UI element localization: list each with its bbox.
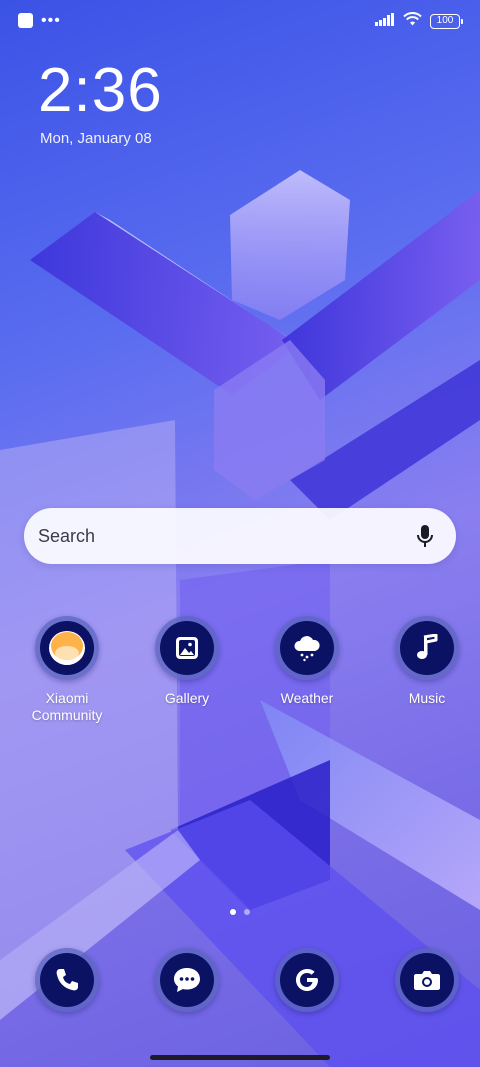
dock <box>0 948 480 1012</box>
dock-phone[interactable] <box>14 948 120 1012</box>
dock-camera[interactable] <box>374 948 480 1012</box>
app-grid: Xiaomi Community Gallery Weather Music <box>0 616 480 724</box>
app-xiaomi-community[interactable]: Xiaomi Community <box>14 616 120 724</box>
google-icon <box>280 953 334 1007</box>
xiaomi-community-icon <box>40 621 94 675</box>
phone-icon <box>40 953 94 1007</box>
app-gallery[interactable]: Gallery <box>134 616 240 724</box>
app-label: Music <box>408 690 446 706</box>
music-icon <box>400 621 454 675</box>
app-label: Xiaomi Community <box>31 690 103 723</box>
page-indicator <box>0 909 480 915</box>
page-dot-active[interactable] <box>230 909 236 915</box>
app-label: Weather <box>280 690 334 706</box>
camera-icon <box>400 953 454 1007</box>
dock-google[interactable] <box>254 948 360 1012</box>
mic-icon[interactable] <box>412 523 438 549</box>
app-music[interactable]: Music <box>374 616 480 724</box>
app-weather[interactable]: Weather <box>254 616 360 724</box>
more-dots-icon: ••• <box>41 12 61 29</box>
messages-icon <box>160 953 214 1007</box>
battery-icon: 100 <box>430 14 463 29</box>
page-dot[interactable] <box>244 909 250 915</box>
home-indicator[interactable] <box>150 1055 330 1060</box>
gallery-icon <box>160 621 214 675</box>
clock-time[interactable]: 2:36 <box>38 56 163 126</box>
dock-messages[interactable] <box>134 948 240 1012</box>
app-label: Gallery <box>164 690 210 706</box>
search-placeholder: Search <box>38 525 96 546</box>
signal-icon <box>375 12 395 31</box>
wifi-icon <box>403 12 422 31</box>
search-bar[interactable]: Search <box>24 508 456 564</box>
clock-date[interactable]: Mon, January 08 <box>40 130 152 147</box>
notification-square-icon <box>18 13 33 28</box>
weather-icon <box>280 621 334 675</box>
status-bar: ••• 100 <box>0 0 480 42</box>
